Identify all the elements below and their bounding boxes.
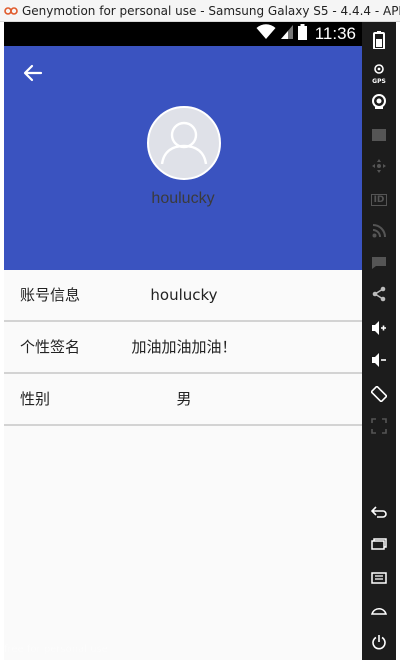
row-gender[interactable]: 性别 男 [4, 374, 362, 426]
power-button[interactable] [367, 632, 391, 656]
id-icon: ID [370, 194, 388, 206]
row-account-info[interactable]: 账号信息 houlucky [4, 270, 362, 322]
status-bar: 11:36 [4, 22, 362, 46]
back-nav-button[interactable] [367, 500, 391, 524]
row-label: 个性签名 [20, 338, 81, 356]
fullscreen-icon [371, 418, 387, 438]
sms-button [367, 252, 391, 276]
home-button[interactable] [367, 598, 391, 622]
recent-apps-button[interactable] [367, 532, 391, 556]
row-label: 账号信息 [20, 286, 81, 304]
share-button[interactable] [367, 284, 391, 308]
battery-widget-icon [373, 31, 385, 53]
battery-icon [297, 24, 307, 44]
menu-button[interactable] [367, 566, 391, 590]
camera-button[interactable] [367, 92, 391, 116]
row-value: 加油加油加油！ [131, 338, 237, 356]
power-icon [371, 634, 387, 654]
back-nav-icon [370, 503, 387, 522]
row-signature[interactable]: 个性签名 加油加油加油！ [4, 322, 362, 374]
clapperboard-icon [371, 127, 387, 146]
phone-screen: 11:36 houlucky 账号信息 houlucky 个性签名 加油加油加油… [4, 22, 362, 660]
id-button: ID [367, 188, 391, 212]
genymotion-logo-icon [4, 6, 18, 16]
network-button [367, 220, 391, 244]
row-value: 男 [176, 390, 192, 408]
status-time: 11:36 [314, 24, 356, 43]
share-icon [371, 286, 387, 306]
window-title: Genymotion for personal use - Samsung Ga… [22, 3, 400, 18]
volume-down-button[interactable] [367, 350, 391, 374]
back-button[interactable] [20, 62, 46, 88]
home-icon [371, 601, 387, 620]
message-icon [371, 255, 387, 274]
webcam-icon [371, 94, 387, 114]
signal-icon [280, 24, 294, 44]
volume-up-icon [371, 320, 387, 340]
volume-down-icon [371, 352, 387, 372]
dpad-icon [371, 158, 387, 178]
emulator-toolbar: GPS ID [362, 22, 396, 660]
gps-button[interactable]: GPS [367, 59, 391, 85]
row-label: 性别 [20, 390, 51, 408]
row-value: houlucky [150, 286, 218, 304]
gps-label: GPS [372, 78, 386, 85]
window-title-bar: Genymotion for personal use - Samsung Ga… [0, 0, 400, 22]
wifi-icon [256, 24, 276, 44]
person-icon [160, 121, 208, 165]
arrow-back-icon [23, 63, 43, 87]
gps-icon [372, 59, 386, 78]
battery-button[interactable] [367, 30, 391, 54]
profile-username: houlucky [151, 190, 215, 207]
recent-apps-icon [371, 535, 387, 554]
avatar[interactable] [147, 106, 221, 180]
rotate-icon [370, 385, 388, 406]
menu-icon [371, 569, 387, 588]
rotate-button[interactable] [367, 384, 391, 408]
scale-button [367, 416, 391, 440]
capture-button [367, 124, 391, 148]
watermark-text: free for personal use [4, 644, 108, 655]
dpad-button [367, 156, 391, 180]
rss-icon [372, 223, 386, 242]
profile-header: houlucky [4, 46, 362, 270]
volume-up-button[interactable] [367, 318, 391, 342]
